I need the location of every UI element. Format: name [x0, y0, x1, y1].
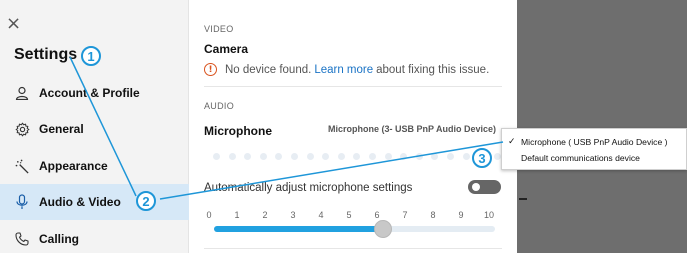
annotation-lines	[69, 56, 504, 200]
annotation-badge-2: 2	[136, 191, 156, 211]
annotation-badge-1: 1	[81, 46, 101, 66]
annotation-line	[159, 141, 504, 200]
annotation-line	[69, 56, 137, 197]
annotation-badge-3: 3	[472, 148, 492, 168]
settings-window: × Settings Account & Profile General App…	[0, 0, 687, 253]
